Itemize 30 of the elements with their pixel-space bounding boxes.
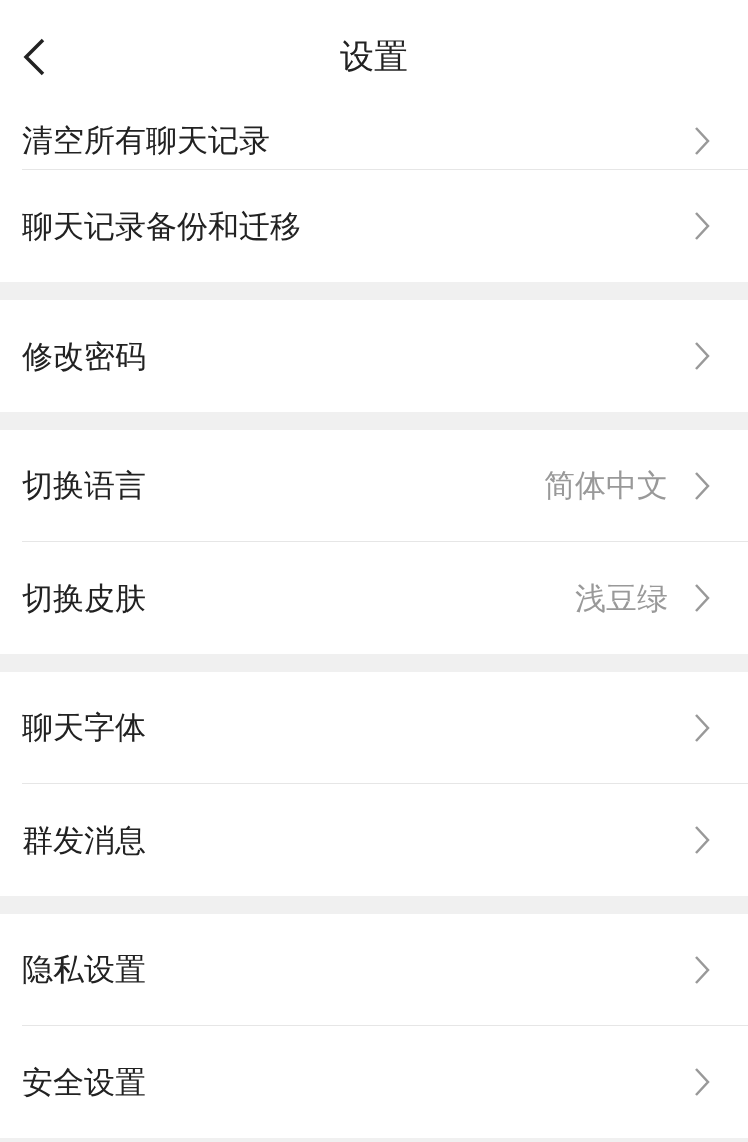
settings-item[interactable]: 切换语言 简体中文 bbox=[22, 430, 748, 542]
item-label: 切换语言 bbox=[22, 466, 147, 506]
item-label: 清空所有聊天记录 bbox=[22, 121, 271, 161]
settings-item[interactable]: 安全设置 bbox=[22, 1026, 748, 1138]
item-label: 切换皮肤 bbox=[22, 578, 147, 618]
item-value: 浅豆绿 bbox=[575, 578, 668, 618]
chevron-icon bbox=[694, 211, 710, 241]
settings-item[interactable]: 聊天字体 bbox=[22, 672, 748, 784]
item-label: 安全设置 bbox=[22, 1062, 147, 1102]
settings-item[interactable]: 聊天记录备份和迁移 bbox=[22, 170, 748, 282]
item-value: 简体中文 bbox=[544, 466, 668, 506]
chevron-icon bbox=[694, 825, 710, 855]
page-title: 设置 bbox=[340, 34, 408, 78]
chevron-icon bbox=[694, 125, 710, 156]
item-label: 隐私设置 bbox=[22, 950, 147, 990]
settings-item[interactable]: 清空所有聊天记录 bbox=[22, 112, 748, 170]
item-label: 群发消息 bbox=[22, 820, 147, 860]
chevron-icon bbox=[694, 1067, 710, 1097]
item-label: 聊天字体 bbox=[22, 708, 147, 748]
settings-item[interactable]: 切换皮肤 浅豆绿 bbox=[22, 542, 748, 654]
item-label: 聊天记录备份和迁移 bbox=[22, 206, 302, 246]
chevron-icon bbox=[694, 341, 710, 371]
chevron-icon bbox=[694, 583, 710, 613]
chevron-icon bbox=[694, 470, 710, 501]
chevron-icon bbox=[694, 954, 710, 985]
chevron-icon bbox=[694, 712, 710, 743]
item-label: 修改密码 bbox=[22, 336, 147, 376]
settings-item[interactable]: 群发消息 bbox=[22, 784, 748, 896]
back-icon[interactable] bbox=[22, 38, 46, 76]
settings-item[interactable]: 隐私设置 bbox=[22, 914, 748, 1026]
